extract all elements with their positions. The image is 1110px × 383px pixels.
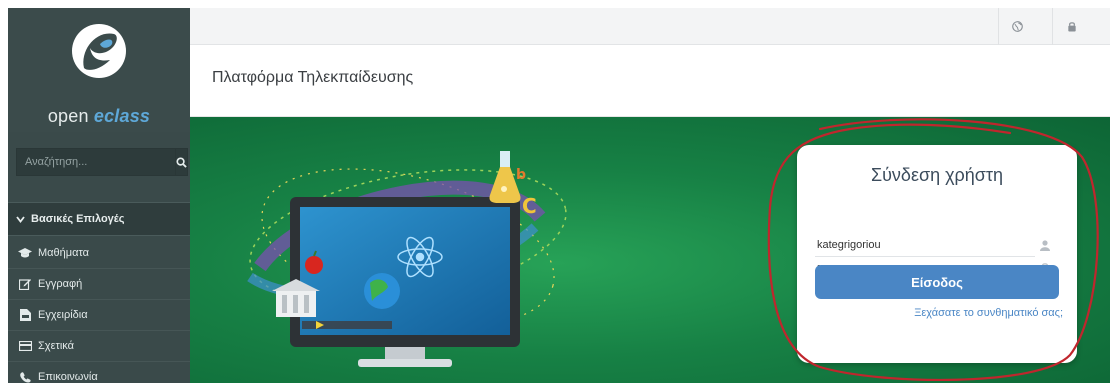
top-bar — [190, 8, 1110, 45]
sidebar-section-title: Βασικές Επιλογές — [31, 213, 125, 225]
sidebar-item-register[interactable]: Εγγραφή — [8, 269, 190, 300]
globe-icon — [1012, 21, 1023, 32]
svg-text:C: C — [522, 194, 537, 218]
eclass-logo-icon — [72, 24, 126, 78]
username-field[interactable] — [815, 233, 1035, 257]
credit-card-icon — [18, 340, 32, 352]
sidebar-item-courses[interactable]: Μαθήματα — [8, 238, 190, 269]
login-lock-button[interactable] — [1052, 8, 1090, 45]
search-icon — [176, 156, 187, 168]
elearning-illustration: C b — [247, 151, 567, 367]
brand-name: open eclass — [8, 106, 190, 127]
sidebar-item-label: Μαθήματα — [38, 247, 90, 259]
sidebar-item-label: Σχετικά — [38, 340, 74, 352]
sidebar-item-manuals[interactable]: Εγχειρίδια — [8, 300, 190, 331]
sidebar-item-label: Επικοινωνία — [38, 371, 98, 383]
search-box — [16, 148, 188, 176]
phone-icon — [18, 371, 32, 383]
sidebar-menu: Μαθήματα Εγγραφή Εγχειρίδια Σχετικά Επικ… — [8, 238, 190, 383]
login-submit-button[interactable]: Είσοδος — [815, 265, 1059, 299]
hero-banner: C b Σύνδεση χρήστη Είσοδος Ξεχάσατε το σ… — [190, 117, 1110, 383]
sidebar-section-header[interactable]: Βασικές Επιλογές — [8, 202, 190, 236]
page: open eclass Βασικές Επιλογές Μαθήματα — [0, 0, 1110, 383]
sidebar-item-label: Εγγραφή — [38, 278, 83, 290]
user-icon — [1039, 239, 1051, 251]
graduation-cap-icon — [18, 247, 32, 259]
brand-name-accent: eclass — [93, 106, 151, 126]
svg-text:b: b — [516, 167, 526, 183]
lock-icon — [1067, 22, 1076, 32]
login-title: Σύνδεση χρήστη — [870, 165, 1004, 185]
language-button[interactable] — [998, 8, 1036, 45]
forgot-password-link[interactable]: Ξεχάσατε το συνθηματικό σας; — [914, 307, 1063, 319]
login-card: Σύνδεση χρήστη Είσοδος Ξεχάσατε το συνθη… — [797, 145, 1077, 363]
search-button[interactable] — [176, 148, 188, 176]
file-pdf-icon — [18, 309, 32, 321]
edit-icon — [18, 278, 32, 290]
brand-name-prefix: open — [47, 106, 94, 126]
search-input[interactable] — [16, 148, 176, 176]
sidebar-item-contact[interactable]: Επικοινωνία — [8, 362, 190, 383]
chevron-down-icon — [16, 215, 25, 223]
sidebar-item-label: Εγχειρίδια — [38, 309, 88, 321]
title-bar: Πλατφόρμα Τηλεκπαίδευσης — [190, 45, 1110, 117]
sidebar-item-about[interactable]: Σχετικά — [8, 331, 190, 362]
sidebar: open eclass Βασικές Επιλογές Μαθήματα — [8, 8, 190, 383]
page-title: Πλατφόρμα Τηλεκπαίδευσης — [212, 69, 414, 86]
logo-area[interactable]: open eclass — [8, 8, 190, 132]
